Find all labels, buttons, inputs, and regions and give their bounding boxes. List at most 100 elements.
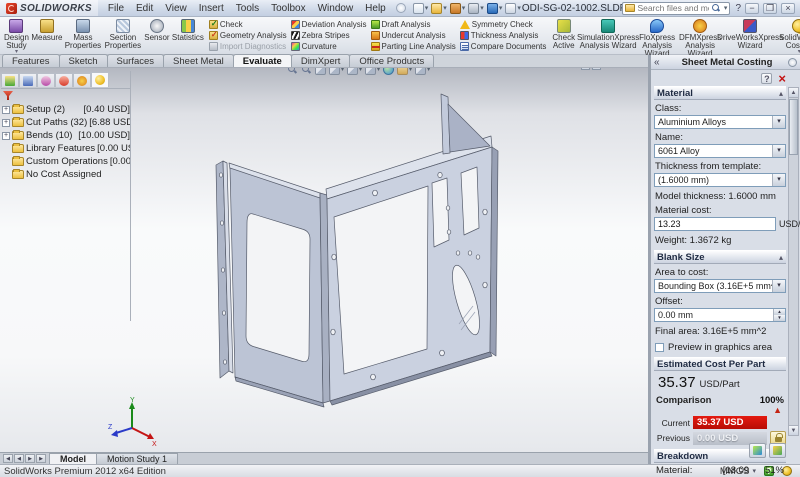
menu-window[interactable]: Window [312, 1, 360, 16]
graphics-area[interactable]: ▾ ▾ ▾ ▾ ▾ − ❐ × [0, 68, 648, 452]
edit-appearance-button[interactable]: ▾ [397, 68, 412, 75]
new-document-button[interactable]: ▾ [412, 2, 430, 15]
tab-motion-study[interactable]: Motion Study 1 [96, 453, 178, 465]
expand-icon[interactable]: + [2, 119, 10, 127]
blank-size-section-header[interactable]: Blank Size ▴ [654, 250, 786, 264]
zebra-stripes-button[interactable]: Zebra Stripes [291, 30, 367, 40]
first-tab-icon[interactable]: ◀ [3, 454, 13, 463]
tab-dimxpert-manager[interactable] [55, 73, 73, 87]
last-tab-icon[interactable]: ▶ [36, 454, 46, 463]
tree-row-setup[interactable]: + Setup (2) [0.40 USD] [1, 103, 130, 116]
tab-sketch[interactable]: Sketch [59, 54, 108, 67]
undo-button[interactable]: ▾ [486, 2, 504, 15]
symmetry-check-button[interactable]: Symmetry Check [460, 19, 547, 29]
search-input[interactable] [637, 3, 708, 13]
next-tab-icon[interactable]: ▶ [25, 454, 35, 463]
sensor-button[interactable]: Sensor [143, 18, 171, 54]
offset-stepper[interactable]: 0.00 mm ▲ ▼ [654, 308, 786, 322]
search-caret-icon[interactable]: ▾ [724, 4, 728, 12]
check-button[interactable]: Check [209, 19, 287, 29]
expand-icon[interactable]: + [2, 106, 10, 114]
tree-row-cut-paths[interactable]: + Cut Paths (32) [6.88 USD] [1, 116, 130, 129]
tree-row-bends[interactable]: + Bends (10) [10.00 USD] [1, 129, 130, 142]
geometry-analysis-button[interactable]: Geometry Analysis [209, 30, 287, 40]
pin-icon[interactable] [788, 58, 797, 67]
stepper-buttons[interactable]: ▲ ▼ [773, 309, 785, 321]
thickness-analysis-button[interactable]: Thickness Analysis [460, 30, 547, 40]
simulationxpress-button[interactable]: SimulationXpress Analysis Wizard [579, 18, 637, 54]
material-cost-input[interactable] [654, 217, 776, 231]
material-section-header[interactable]: Material ▴ [654, 86, 786, 100]
driveworksxpress-button[interactable]: DriveWorksXpress Wizard [723, 18, 777, 54]
compare-documents-button[interactable]: Compare Documents [460, 41, 547, 51]
doc-minimize-button[interactable]: − [603, 68, 614, 71]
statistics-button[interactable]: Statistics [171, 18, 205, 54]
costing-help-button[interactable]: ? [761, 73, 772, 84]
caret-icon[interactable]: ▾ [425, 4, 429, 12]
menu-tools[interactable]: Tools [230, 1, 265, 16]
task-pane-scrollbar[interactable]: ▲ ▼ [788, 87, 799, 436]
tab-sheet-metal[interactable]: Sheet Metal [163, 54, 234, 67]
section-view-button[interactable]: ▾ [329, 68, 344, 75]
undercut-analysis-button[interactable]: Undercut Analysis [371, 30, 456, 40]
scroll-down-icon[interactable]: ▼ [789, 425, 798, 435]
generate-report-button[interactable] [749, 443, 766, 458]
viewport-split-icon[interactable] [592, 68, 601, 70]
tab-configuration-manager[interactable] [37, 73, 55, 87]
check-active-button[interactable]: Check Active ... ▾ [550, 18, 577, 54]
previous-view-button[interactable] [315, 68, 326, 75]
save-button[interactable]: ▾ [449, 2, 467, 15]
menu-pin-icon[interactable] [396, 3, 406, 13]
minimize-button[interactable]: − [745, 3, 759, 14]
deviation-analysis-button[interactable]: Deviation Analysis [291, 19, 367, 29]
chevron-down-icon[interactable]: ▾ [772, 116, 785, 128]
collapse-section-icon[interactable]: ▴ [779, 89, 783, 98]
draft-analysis-button[interactable]: Draft Analysis [371, 19, 456, 29]
tab-costing-manager[interactable] [91, 72, 109, 87]
search-icon[interactable] [711, 3, 721, 13]
menu-view[interactable]: View [159, 1, 193, 16]
stepper-down-icon[interactable]: ▼ [774, 315, 785, 321]
tree-filter-icon[interactable] [3, 91, 13, 100]
floxpress-button[interactable]: FloXpress Analysis Wizard [637, 18, 677, 54]
apply-scene-button[interactable]: ▾ [415, 68, 430, 75]
caret-icon[interactable]: ▾ [462, 4, 466, 12]
search-box[interactable]: ▾ [622, 2, 730, 15]
preview-checkbox-row[interactable]: Preview in graphics area [655, 342, 785, 353]
collapse-pane-button[interactable]: « [654, 57, 666, 68]
menu-file[interactable]: File [102, 1, 130, 16]
design-study-button[interactable]: Design Study ▾ [2, 18, 31, 54]
tab-feature-tree[interactable] [1, 73, 19, 87]
tab-features[interactable]: Features [2, 54, 60, 67]
tree-row-no-cost-assigned[interactable]: No Cost Assigned [1, 168, 130, 181]
display-style-button[interactable]: ▾ [365, 68, 380, 75]
scroll-up-icon[interactable]: ▲ [789, 88, 798, 98]
caret-icon[interactable]: ▾ [480, 4, 484, 12]
hide-show-items-button[interactable] [383, 68, 394, 75]
prev-tab-icon[interactable]: ◀ [14, 454, 24, 463]
chevron-down-icon[interactable]: ▾ [772, 280, 785, 292]
caret-icon[interactable]: ▾ [499, 4, 503, 12]
menu-toolbox[interactable]: Toolbox [265, 1, 311, 16]
caret-icon[interactable]: ▾ [517, 4, 521, 12]
doc-close-button[interactable]: × [629, 68, 640, 71]
tab-surfaces[interactable]: Surfaces [107, 54, 165, 67]
tab-property-manager[interactable] [19, 73, 37, 87]
section-properties-button[interactable]: Section Properties [103, 18, 143, 54]
mass-properties-button[interactable]: Mass Properties [63, 18, 103, 54]
thickness-select[interactable]: (1.6000 mm) ▾ [654, 173, 786, 187]
preview-checkbox[interactable] [655, 343, 664, 352]
curvature-button[interactable]: Curvature [291, 41, 367, 51]
tree-row-custom-operations[interactable]: Custom Operations [0.00 USD] [1, 155, 130, 168]
select-button[interactable]: ▾ [504, 2, 522, 15]
costing-close-button[interactable]: × [778, 73, 786, 84]
chevron-down-icon[interactable]: ▾ [772, 174, 785, 186]
area-to-cost-select[interactable]: Bounding Box (3.16E+5 mm^2) ▾ [654, 279, 786, 293]
solidworks-costing-button[interactable]: SolidWorks Costing ▾ [777, 18, 800, 54]
class-select[interactable]: Aluminium Alloys ▾ [654, 115, 786, 129]
menu-help[interactable]: Help [359, 1, 392, 16]
tree-row-library-features[interactable]: Library Features [0.00 USD] [1, 142, 130, 155]
viewport-layout-icon[interactable] [581, 68, 590, 70]
tab-office-products[interactable]: Office Products [349, 54, 434, 67]
help-icon[interactable]: ? [735, 3, 741, 14]
